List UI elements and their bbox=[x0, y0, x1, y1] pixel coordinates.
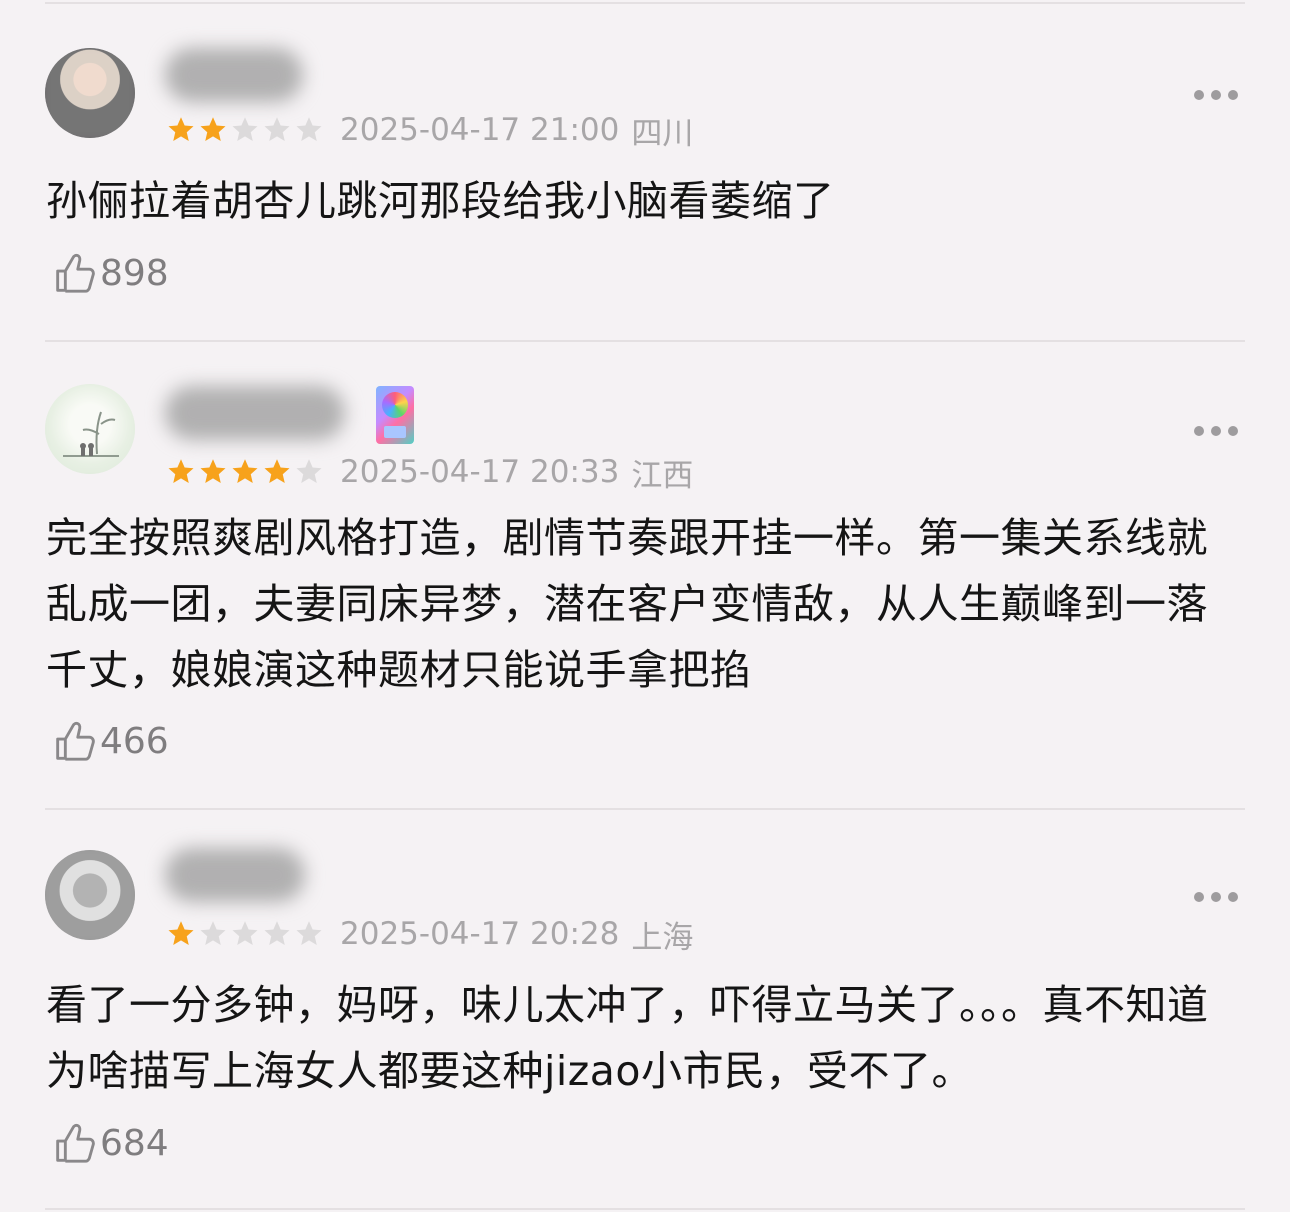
review-date: 2025-04-17 21:00 bbox=[340, 112, 620, 148]
review-text: 看了一分多钟，妈呀，味儿太冲了，吓得立马关了。。。真不知道为啥描写上海女人都要这… bbox=[46, 981, 1209, 1095]
review-location: 上海 bbox=[631, 919, 694, 956]
star-icon bbox=[200, 459, 226, 483]
star-icon bbox=[200, 117, 226, 141]
star-icon bbox=[168, 117, 194, 141]
more-dots-icon[interactable] bbox=[1194, 890, 1238, 904]
avatar[interactable] bbox=[45, 48, 135, 138]
review-divider bbox=[45, 808, 1245, 810]
review-location: 四川 bbox=[631, 115, 694, 152]
star-icon bbox=[232, 921, 258, 945]
member-badge-icon bbox=[376, 386, 414, 444]
star-icon bbox=[296, 921, 322, 945]
star-icon bbox=[168, 921, 194, 945]
username-blurred[interactable] bbox=[165, 386, 345, 440]
star-icon bbox=[232, 117, 258, 141]
star-icon bbox=[264, 459, 290, 483]
username-blurred[interactable] bbox=[165, 848, 305, 902]
username-blurred[interactable] bbox=[165, 48, 303, 102]
review-location: 江西 bbox=[631, 457, 694, 494]
more-dots-icon[interactable] bbox=[1194, 424, 1238, 438]
review-text: 完全按照爽剧风格打造，剧情节奏跟开挂一样。第一集关系线就乱成一团，夫妻同床异梦，… bbox=[46, 514, 1208, 694]
like-count: 684 bbox=[100, 1122, 169, 1164]
review-meta: 2025-04-17 21:00 四川 bbox=[166, 110, 694, 152]
more-dots-icon[interactable] bbox=[1194, 88, 1238, 102]
like-button[interactable]: 898 bbox=[50, 248, 169, 298]
star-icon bbox=[264, 117, 290, 141]
star-icon bbox=[264, 921, 290, 945]
star-icon bbox=[168, 459, 194, 483]
like-count: 466 bbox=[100, 720, 169, 762]
like-count: 898 bbox=[100, 252, 169, 294]
star-icon bbox=[232, 459, 258, 483]
avatar[interactable] bbox=[45, 850, 135, 940]
star-rating bbox=[166, 919, 324, 949]
thumbs-up-icon bbox=[56, 1123, 95, 1163]
like-button[interactable]: 684 bbox=[50, 1118, 169, 1168]
avatar[interactable] bbox=[45, 384, 135, 474]
thumbs-up-icon bbox=[56, 253, 95, 293]
star-icon bbox=[296, 117, 322, 141]
review-divider bbox=[45, 1208, 1245, 1210]
star-rating bbox=[166, 115, 324, 145]
review-meta: 2025-04-17 20:33 江西 bbox=[166, 452, 694, 494]
star-icon bbox=[200, 921, 226, 945]
top-divider bbox=[45, 2, 1245, 4]
review-date: 2025-04-17 20:28 bbox=[340, 916, 620, 952]
review-divider bbox=[45, 340, 1245, 342]
review-text: 孙俪拉着胡杏儿跳河那段给我小脑看萎缩了 bbox=[46, 177, 835, 225]
thumbs-up-icon bbox=[56, 721, 95, 761]
star-icon bbox=[296, 459, 322, 483]
review-date: 2025-04-17 20:33 bbox=[340, 454, 620, 490]
star-rating bbox=[166, 457, 324, 487]
review-meta: 2025-04-17 20:28 上海 bbox=[166, 914, 694, 956]
like-button[interactable]: 466 bbox=[50, 716, 169, 766]
